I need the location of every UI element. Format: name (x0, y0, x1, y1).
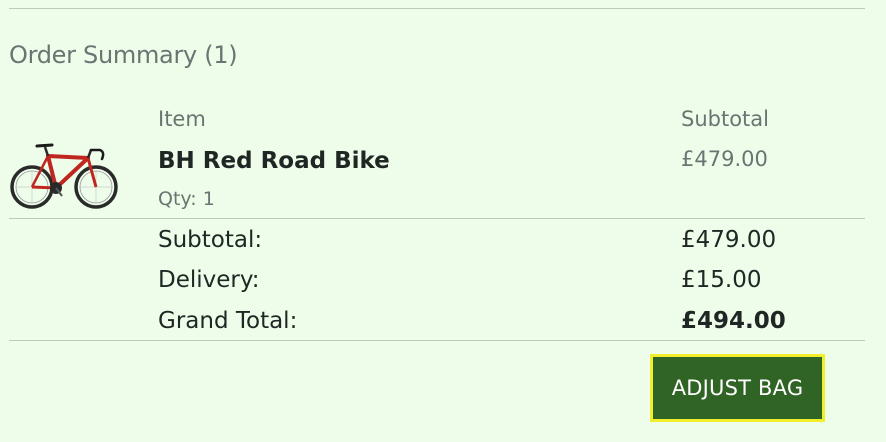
delivery-label: Delivery: (158, 267, 260, 293)
column-header-subtotal: Subtotal (681, 107, 769, 131)
top-divider (9, 8, 865, 9)
order-summary-panel: Order Summary (1) Item Subtotal BH Red R… (0, 0, 886, 442)
red-road-bike-icon (10, 143, 118, 209)
grand-total-value: £494.00 (681, 308, 786, 334)
subtotal-value: £479.00 (681, 227, 777, 253)
subtotal-label: Subtotal: (158, 227, 263, 253)
column-header-item: Item (158, 107, 206, 131)
product-subtotal: £479.00 (681, 147, 768, 171)
totals-divider (9, 340, 865, 341)
items-divider (9, 218, 865, 219)
grand-total-label: Grand Total: (158, 308, 298, 334)
product-thumbnail[interactable] (8, 138, 120, 210)
order-summary-title: Order Summary (1) (9, 41, 238, 69)
delivery-value: £15.00 (681, 267, 762, 293)
product-name-link[interactable]: BH Red Road Bike (158, 148, 390, 174)
adjust-bag-button[interactable]: ADJUST BAG (650, 354, 825, 422)
adjust-bag-button-label: ADJUST BAG (671, 376, 804, 400)
product-quantity: Qty: 1 (158, 188, 215, 210)
